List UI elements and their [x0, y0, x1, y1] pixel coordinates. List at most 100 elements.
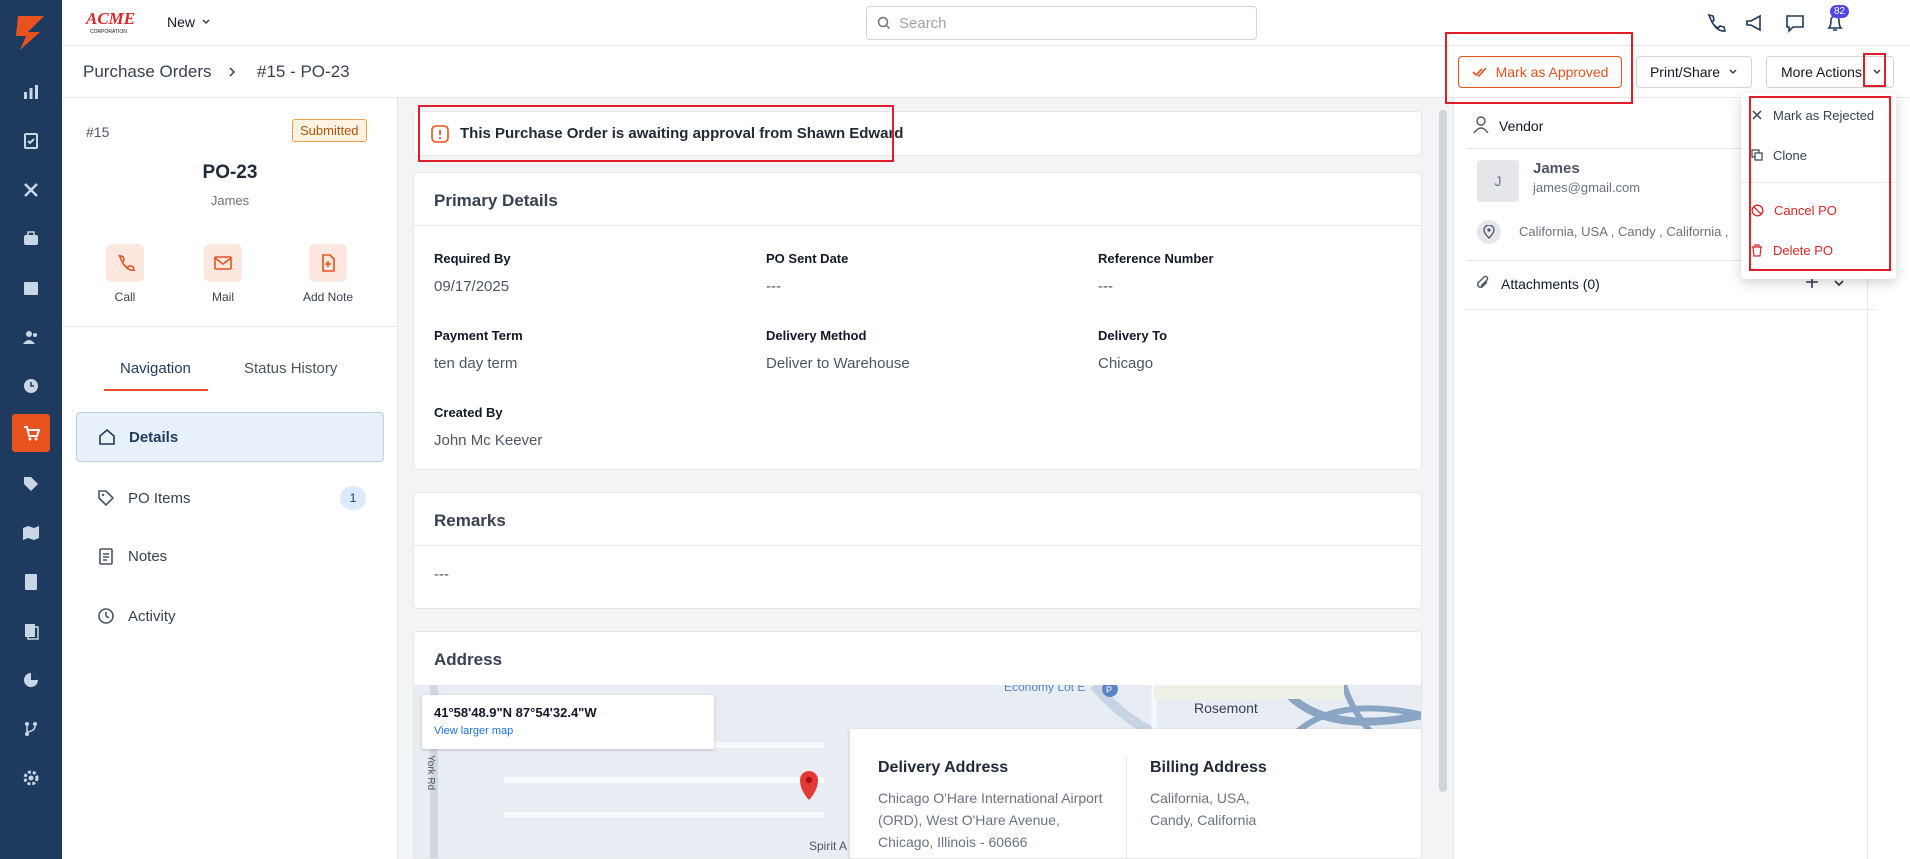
field-label: PO Sent Date [766, 251, 849, 266]
call-action[interactable]: Call [85, 244, 165, 304]
field-label: Reference Number [1098, 251, 1214, 266]
add-note-icon [322, 254, 335, 272]
mark-approved-button[interactable]: Mark as Approved [1458, 56, 1622, 88]
new-menu-button[interactable]: New [167, 14, 211, 30]
svg-text:ACME: ACME [85, 9, 135, 28]
search-input[interactable] [899, 14, 1219, 32]
field-delivery-method: Delivery Method Deliver to Warehouse [766, 328, 1086, 372]
pie-chart-icon[interactable] [0, 660, 62, 700]
mail-icon [214, 256, 232, 270]
vendor-name[interactable]: James [1533, 160, 1580, 177]
primary-details-card: Primary Details Required By 09/17/2025 P… [413, 172, 1422, 470]
mail-label: Mail [211, 290, 234, 304]
svg-text:P: P [1106, 685, 1112, 695]
menu-item-label: Clone [1773, 147, 1807, 163]
remarks-card: Remarks --- [413, 492, 1422, 609]
billing-line: California, USA, [1150, 790, 1250, 806]
po-title: PO-23 [202, 162, 258, 183]
menu-item-clone[interactable]: Clone [1751, 139, 1891, 171]
print-share-button[interactable]: Print/Share [1636, 56, 1752, 88]
settings-icon[interactable] [0, 758, 62, 798]
nav-notes[interactable]: Notes [76, 531, 384, 581]
clipboard-icon [99, 548, 113, 565]
tools-icon[interactable] [0, 170, 62, 210]
vendor-location: California, USA , Candy , California , [1519, 224, 1729, 239]
warning-icon [431, 124, 449, 143]
trash-icon [1752, 243, 1762, 257]
po-vendor-name: James [210, 193, 250, 208]
menu-item-label: Mark as Rejected [1773, 107, 1875, 123]
dashboard-icon[interactable] [0, 72, 62, 112]
address-details-box: Delivery Address Chicago O'Hare Internat… [850, 729, 1421, 858]
field-required-by: Required By 09/17/2025 [434, 251, 754, 295]
nav-po-items[interactable]: PO Items 1 [76, 473, 384, 523]
cart-icon[interactable] [12, 414, 50, 452]
billing-address-title: Billing Address [1150, 759, 1267, 776]
po-summary-panel: #15 Submitted PO-23 James Call Mail Add … [62, 98, 398, 859]
divider [1466, 309, 1876, 310]
tab-status-history[interactable]: Status History [244, 360, 337, 377]
primary-details-title: Primary Details [414, 173, 1421, 226]
billing-line: Candy, California [1150, 812, 1257, 828]
phone-icon[interactable] [1702, 10, 1728, 36]
map-label-economy: Economy Lot E [1004, 685, 1085, 694]
breadcrumb-root[interactable]: Purchase Orders [83, 62, 212, 82]
chevron-down-icon[interactable] [1833, 278, 1845, 288]
clock-icon[interactable] [0, 366, 62, 406]
tasks-icon[interactable] [0, 121, 62, 161]
nav-activity[interactable]: Activity [76, 591, 384, 641]
status-badge: Submitted [292, 119, 367, 142]
delivery-line: (ORD), West O'Hare Avenue, [878, 812, 1060, 828]
menu-item-mark-rejected[interactable]: Mark as Rejected [1751, 99, 1891, 131]
location-pin-icon [1477, 220, 1501, 244]
nav-details[interactable]: Details [76, 412, 384, 462]
map-icon[interactable] [0, 513, 62, 553]
map-coordinates: 41°58'48.9"N 87°54'32.4"W [434, 705, 597, 720]
workflow-icon[interactable] [0, 709, 62, 749]
chevron-down-icon [202, 19, 210, 25]
view-larger-map-link[interactable]: View larger map [434, 725, 702, 737]
menu-item-delete-po[interactable]: Delete PO [1751, 234, 1891, 266]
chevron-down-icon [1873, 69, 1881, 75]
address-title: Address [434, 650, 503, 669]
acme-logo[interactable]: ACME CORPORATION [84, 8, 146, 36]
delivery-line: Chicago O'Hare International Airport [878, 790, 1103, 806]
nav-po-items-label: PO Items [128, 489, 191, 507]
calendar-icon[interactable] [0, 268, 62, 308]
field-value: --- [766, 278, 781, 295]
menu-item-cancel-po[interactable]: Cancel PO [1751, 194, 1891, 226]
briefcase-icon[interactable] [0, 219, 62, 259]
calculator-icon[interactable] [0, 562, 62, 602]
address-map[interactable]: P York Rd Economy Lot E Rosemont Spirit … [414, 685, 1421, 858]
add-note-action[interactable]: Add Note [288, 244, 368, 304]
field-delivery-to: Delivery To Chicago [1098, 328, 1418, 372]
chevron-down-icon [1729, 69, 1737, 75]
double-check-icon [1472, 67, 1487, 78]
megaphone-icon[interactable] [1742, 10, 1768, 36]
close-icon [1752, 110, 1762, 120]
add-note-label: Add Note [302, 290, 354, 304]
delivery-address-title: Delivery Address [878, 759, 1009, 776]
app-logo-icon[interactable] [12, 12, 50, 52]
chat-icon[interactable] [1782, 10, 1808, 36]
new-label: New [167, 14, 196, 30]
more-actions-toggle[interactable] [1868, 63, 1886, 81]
ban-icon [1751, 204, 1764, 216]
vendor-avatar: J [1477, 160, 1519, 202]
users-icon[interactable] [0, 317, 62, 357]
tab-navigation[interactable]: Navigation [120, 360, 191, 377]
main-scrollbar[interactable] [1439, 110, 1447, 792]
approve-label: Mark as Approved [1495, 64, 1609, 80]
tag-icon[interactable] [0, 464, 62, 504]
remarks-title: Remarks [414, 493, 1421, 546]
po-items-count: 1 [340, 486, 366, 510]
field-label: Payment Term [434, 328, 523, 343]
mail-action[interactable]: Mail [183, 244, 263, 304]
active-tab-indicator [104, 389, 208, 391]
documents-icon[interactable] [0, 611, 62, 651]
billing-address-lines: California, USA, Candy, California [1150, 787, 1256, 831]
map-label-spirit: Spirit A [809, 839, 847, 853]
search-box[interactable] [866, 6, 1257, 40]
vendor-email[interactable]: james@gmail.com [1533, 180, 1640, 195]
print-label: Print/Share [1649, 64, 1721, 80]
